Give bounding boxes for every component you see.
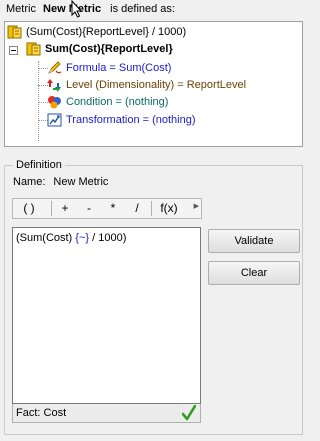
formula-level-token[interactable]: {~} bbox=[75, 232, 89, 244]
name-row: Name: New Metric bbox=[13, 176, 108, 188]
valid-check-icon bbox=[182, 405, 196, 421]
toolbar-separator bbox=[51, 201, 52, 216]
mouse-cursor-icon bbox=[71, 0, 83, 18]
status-bar: Fact: Cost bbox=[12, 404, 201, 423]
tree-item-formula[interactable]: Formula = Sum(Cost) bbox=[47, 60, 171, 77]
definition-legend: Definition bbox=[13, 158, 65, 172]
tree-item-condition-label: Condition = (nothing) bbox=[66, 96, 169, 108]
formula-text-suffix: / 1000) bbox=[89, 232, 127, 244]
name-label: Name: bbox=[13, 176, 46, 188]
metric-prefix-label: Metric bbox=[6, 3, 36, 15]
metric-header: Metric New Metric is defined as: bbox=[6, 3, 175, 19]
tree-item-transformation[interactable]: Transformation = (nothing) bbox=[47, 112, 196, 129]
toolbar-separator bbox=[151, 201, 152, 216]
transformation-icon bbox=[47, 113, 62, 127]
condition-filter-icon bbox=[48, 96, 61, 109]
divide-button[interactable]: / bbox=[128, 199, 146, 218]
tree-root-row[interactable]: (Sum(Cost){ReportLevel} / 1000) bbox=[7, 24, 186, 41]
multiply-button[interactable]: * bbox=[104, 199, 122, 218]
level-arrows-icon bbox=[47, 79, 61, 93]
tree-node-row[interactable]: Sum(Cost){ReportLevel} bbox=[26, 41, 173, 58]
tree-item-level-label: Level (Dimensionality) = ReportLevel bbox=[66, 79, 247, 91]
tree-connector bbox=[38, 61, 40, 141]
operator-toolbar: ( ) + - * / f(x) ▶ bbox=[12, 198, 202, 219]
plus-button[interactable]: + bbox=[56, 199, 74, 218]
tree-item-transformation-label: Transformation = (nothing) bbox=[66, 114, 196, 126]
tree-node-label: Sum(Cost){ReportLevel} bbox=[45, 43, 173, 55]
name-value: New Metric bbox=[53, 176, 109, 188]
tree-item-formula-label: Formula = Sum(Cost) bbox=[66, 62, 172, 74]
validate-button[interactable]: Validate bbox=[208, 229, 300, 253]
formula-text: (Sum(Cost) {~} / 1000) bbox=[16, 232, 126, 244]
formula-editor[interactable]: (Sum(Cost) {~} / 1000) bbox=[12, 227, 201, 404]
metric-suffix-label: is defined as: bbox=[110, 3, 175, 15]
fact-status: Fact: Cost bbox=[16, 407, 67, 419]
metric-definition-tree[interactable]: (Sum(Cost){ReportLevel} / 1000) Sum(Cost… bbox=[4, 21, 303, 147]
tree-item-level[interactable]: Level (Dimensionality) = ReportLevel bbox=[47, 77, 246, 94]
parentheses-button[interactable]: ( ) bbox=[15, 199, 43, 218]
tree-root-label: (Sum(Cost){ReportLevel} / 1000) bbox=[26, 26, 187, 38]
collapse-toggle-icon[interactable] bbox=[9, 46, 18, 55]
minus-button[interactable]: - bbox=[80, 199, 98, 218]
function-button[interactable]: f(x) bbox=[155, 199, 183, 218]
tree-item-condition[interactable]: Condition = (nothing) bbox=[47, 94, 168, 111]
formula-pencil-icon bbox=[48, 61, 62, 74]
clear-button[interactable]: Clear bbox=[208, 261, 300, 285]
formula-text-prefix: (Sum(Cost) bbox=[16, 232, 76, 244]
metric-icon bbox=[26, 42, 41, 56]
toolbar-overflow-icon[interactable]: ▶ bbox=[194, 202, 199, 210]
metric-icon bbox=[7, 25, 22, 39]
